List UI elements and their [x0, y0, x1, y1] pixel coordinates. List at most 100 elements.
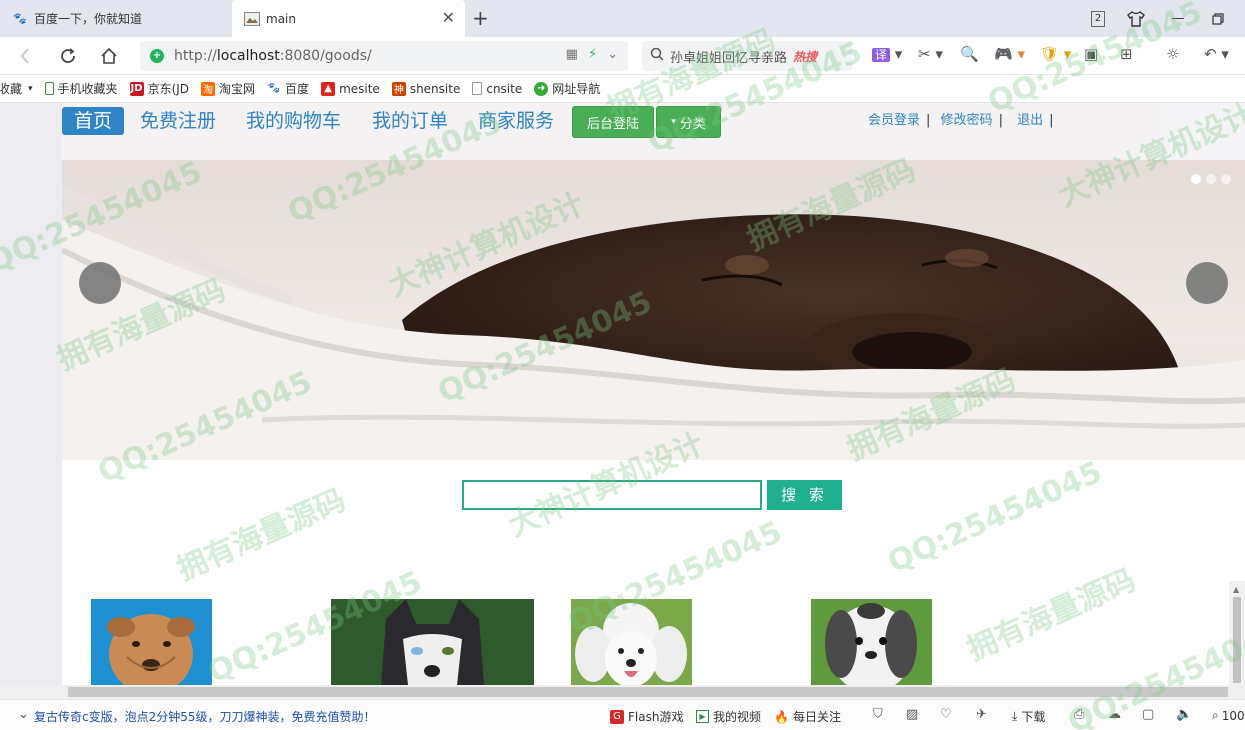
- product-image-poodle[interactable]: [571, 599, 692, 685]
- scroll-up-arrow-icon[interactable]: ▲: [1233, 585, 1239, 594]
- web-page: 首页 免费注册 我的购物车 我的订单 商家服务 后台登陆 ▾ 分类 会员登录 | …: [0, 103, 1245, 685]
- bookmark-shensite[interactable]: 神 shensite: [391, 81, 460, 96]
- my-videos-link[interactable]: ▶ 我的视频: [696, 708, 761, 725]
- taobao-icon: 淘: [201, 81, 216, 96]
- qr-code-icon[interactable]: ▦: [566, 47, 578, 62]
- url-host: localhost: [216, 48, 280, 64]
- member-login-link[interactable]: 会员登录: [868, 113, 920, 128]
- undo-icon[interactable]: ↶ ▾: [1204, 45, 1229, 63]
- download-icon: ⤓: [1012, 709, 1018, 723]
- admin-login-button[interactable]: 后台登陆: [572, 106, 654, 138]
- image-icon[interactable]: ▨: [906, 707, 918, 722]
- heartbeat-icon[interactable]: ♡: [940, 707, 952, 722]
- separator: |: [926, 113, 931, 128]
- lightning-icon[interactable]: ⚡: [588, 47, 597, 62]
- back-arrow-icon[interactable]: [12, 43, 38, 69]
- video-play-icon: ▶: [696, 710, 709, 723]
- page-horizontal-scrollbar[interactable]: [0, 685, 1245, 699]
- carousel-dot-1[interactable]: [1191, 174, 1201, 184]
- shield-icon[interactable]: ⛉: [873, 707, 883, 722]
- product-image-husky[interactable]: [331, 599, 534, 685]
- printer-icon[interactable]: ⎙: [1074, 707, 1084, 722]
- bookmark-baidu[interactable]: 🐾 百度: [267, 80, 309, 97]
- search-engine-box[interactable]: 孙卓姐姐回忆寻亲路 热搜: [642, 41, 852, 71]
- new-tab-icon[interactable]: +: [472, 6, 489, 30]
- reload-icon[interactable]: [55, 43, 81, 69]
- minimize-icon[interactable]: —: [1158, 0, 1198, 37]
- news-ticker-link[interactable]: 复古传奇c变版，泡点2分钟55级，刀刀爆神装，免费充值赞助！: [34, 708, 376, 725]
- scrollbar-thumb[interactable]: [1233, 597, 1241, 683]
- category-dropdown-button[interactable]: ▾ 分类: [656, 106, 721, 138]
- gamepad-icon[interactable]: 🎮 ▾: [994, 45, 1025, 63]
- extension-icon[interactable]: ▣: [1084, 45, 1098, 63]
- user-links: 会员登录 | 修改密码 | 退出 |: [868, 109, 1060, 128]
- bookmark-jd[interactable]: JD 京东(JD: [129, 80, 189, 97]
- address-bar[interactable]: + http://localhost:8080/goods/ ▦ ⚡ ⌄: [140, 41, 628, 71]
- close-tab-icon[interactable]: ✕: [442, 10, 455, 26]
- browser-tab-main[interactable]: main ✕: [232, 0, 465, 37]
- bookmark-mobile[interactable]: 手机收藏夹: [44, 80, 118, 97]
- carousel-dot-3[interactable]: [1221, 174, 1231, 184]
- tab-title: main: [266, 11, 296, 26]
- page-icon: [472, 82, 483, 95]
- nav-register-link[interactable]: 免费注册: [140, 107, 216, 135]
- nav-home-link[interactable]: 首页: [62, 107, 125, 135]
- carousel-dot-2[interactable]: [1206, 174, 1216, 184]
- scissors-icon[interactable]: ✂ ▾: [918, 45, 943, 63]
- site-header-nav: 首页 免费注册 我的购物车 我的订单 商家服务 后台登陆 ▾ 分类 会员登录 | …: [62, 103, 1163, 160]
- maximize-icon[interactable]: [1198, 0, 1238, 37]
- bookmark-nav[interactable]: ➜ 网址导航: [534, 80, 600, 97]
- url-scheme: http://: [174, 48, 217, 64]
- bookmark-mesite[interactable]: ▲ mesite: [321, 81, 380, 96]
- product-image-shar-pei[interactable]: [91, 599, 212, 685]
- search-button[interactable]: 搜 索: [767, 480, 842, 510]
- chevron-down-icon: ▾: [28, 83, 33, 94]
- page-thumbnail-icon: [244, 11, 260, 27]
- search-icon: [650, 47, 664, 65]
- nav-merchant-link[interactable]: 商家服务: [478, 107, 554, 135]
- window-icon[interactable]: ▢: [1142, 707, 1154, 722]
- bookmarks-bar: 收藏 ▾ 手机收藏夹 JD 京东(JD 淘 淘宝网 🐾 百度 ▲ mesite 神…: [0, 75, 1245, 103]
- speaker-icon[interactable]: 🔈: [1176, 707, 1192, 722]
- horizontal-scrollbar-thumb[interactable]: [68, 687, 1228, 697]
- chevron-down-icon[interactable]: ⌄: [18, 707, 29, 722]
- nav-orders-link[interactable]: 我的订单: [372, 107, 448, 135]
- page-vertical-scrollbar[interactable]: ▲: [1229, 581, 1245, 685]
- phone-icon: [44, 82, 54, 95]
- nav-cart-link[interactable]: 我的购物车: [246, 107, 341, 135]
- daily-focus-link[interactable]: 🔥 每日关注: [774, 708, 841, 725]
- mesite-icon: ▲: [321, 81, 336, 96]
- browser-tab-baidu[interactable]: 🐾 百度一下，你就知道: [0, 0, 232, 37]
- sleeping-dog-image: [62, 160, 1245, 460]
- chevron-down-icon[interactable]: ⌄: [607, 47, 618, 62]
- logout-link[interactable]: 退出: [1017, 113, 1043, 128]
- cloud-icon[interactable]: ☁: [1108, 707, 1121, 722]
- download-link[interactable]: ⤓ 下载: [1012, 708, 1045, 725]
- zoom-indicator[interactable]: ⌕ 100: [1212, 708, 1245, 723]
- brightness-icon[interactable]: ☼: [1166, 45, 1179, 63]
- coupon-icon[interactable]: 🛡 ▾: [1040, 45, 1071, 63]
- browser-toolbar: + http://localhost:8080/goods/ ▦ ⚡ ⌄ 孙卓姐…: [0, 37, 1245, 75]
- separator: |: [998, 113, 1003, 128]
- bookmark-taobao[interactable]: 淘 淘宝网: [201, 80, 255, 97]
- home-icon[interactable]: [96, 43, 122, 69]
- skin-shirt-icon[interactable]: [1116, 0, 1156, 37]
- translate-icon[interactable]: 译 ▾: [872, 45, 902, 63]
- rocket-icon[interactable]: ✈: [976, 707, 987, 722]
- tab-counter-button[interactable]: 2: [1078, 0, 1118, 37]
- magnifier-icon[interactable]: 🔍: [960, 45, 979, 63]
- change-password-link[interactable]: 修改密码: [941, 113, 993, 128]
- caret-down-icon: ▾: [671, 117, 676, 127]
- carousel-next-button[interactable]: [1186, 262, 1228, 304]
- nav-icon: ➜: [534, 81, 549, 96]
- carousel-prev-button[interactable]: [79, 262, 121, 304]
- url-path: :8080/goods/: [279, 48, 372, 64]
- secure-shield-icon: +: [150, 49, 164, 63]
- product-search-input[interactable]: [462, 480, 762, 510]
- page-right-margin: [1163, 103, 1245, 160]
- flash-games-link[interactable]: G Flash游戏: [610, 708, 683, 725]
- bookmark-cnsite[interactable]: cnsite: [472, 82, 522, 96]
- apps-grid-icon[interactable]: ⊞: [1120, 45, 1133, 63]
- product-image-shih-tzu[interactable]: [811, 599, 932, 685]
- bookmark-favorites[interactable]: 收藏 ▾: [0, 80, 33, 97]
